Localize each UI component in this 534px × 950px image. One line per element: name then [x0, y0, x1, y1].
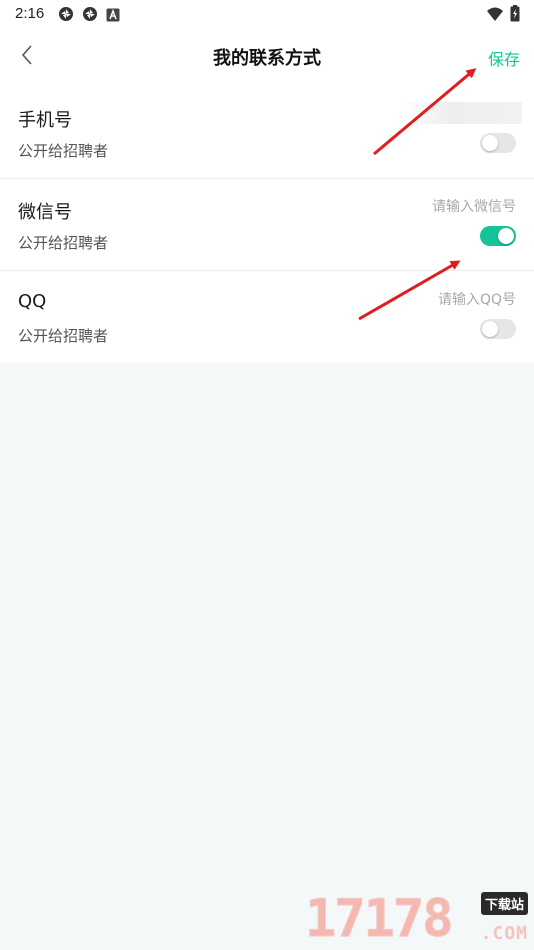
qq-input[interactable] — [316, 292, 516, 308]
status-icons-right — [486, 5, 520, 26]
watermark-logo: 17178 下载站 .COM — [305, 888, 530, 949]
nav-bar: 我的联系方式 保存 — [0, 28, 534, 86]
status-time: 2:16 — [15, 5, 45, 22]
qq-public-label: 公开给招聘者 — [18, 327, 109, 345]
battery-charging-icon — [510, 5, 520, 26]
status-icons-left — [58, 6, 120, 26]
watermark-suffix: .COM — [480, 923, 528, 944]
qq-title: QQ — [18, 291, 47, 312]
qq-public-toggle[interactable] — [480, 319, 516, 339]
wechat-public-toggle[interactable] — [480, 226, 516, 246]
status-bar: 2:16 — [0, 0, 534, 28]
phone-public-label: 公开给招聘者 — [18, 142, 109, 160]
app-a-icon — [106, 7, 120, 26]
aperture-icon — [82, 6, 98, 26]
divider — [0, 178, 534, 179]
toggle-knob — [482, 321, 498, 337]
watermark-number: 17178 — [305, 889, 455, 949]
toggle-knob — [482, 135, 498, 151]
watermark-badge: 下载站 — [480, 892, 528, 915]
divider — [0, 270, 534, 271]
wechat-title: 微信号 — [18, 202, 72, 223]
save-button[interactable]: 保存 — [488, 46, 520, 70]
wifi-icon — [486, 6, 504, 26]
contact-card: 手机号 公开给招聘者 微信号 公开给招聘者 QQ 公开给招聘者 — [0, 86, 534, 363]
aperture-icon — [58, 6, 74, 26]
wechat-public-label: 公开给招聘者 — [18, 234, 109, 252]
phone-title: 手机号 — [18, 110, 72, 131]
page-title: 我的联系方式 — [213, 48, 321, 69]
phone-public-toggle[interactable] — [480, 133, 516, 153]
wechat-input[interactable] — [316, 199, 516, 215]
phone-value-masked[interactable] — [402, 102, 522, 124]
toggle-knob — [498, 228, 514, 244]
